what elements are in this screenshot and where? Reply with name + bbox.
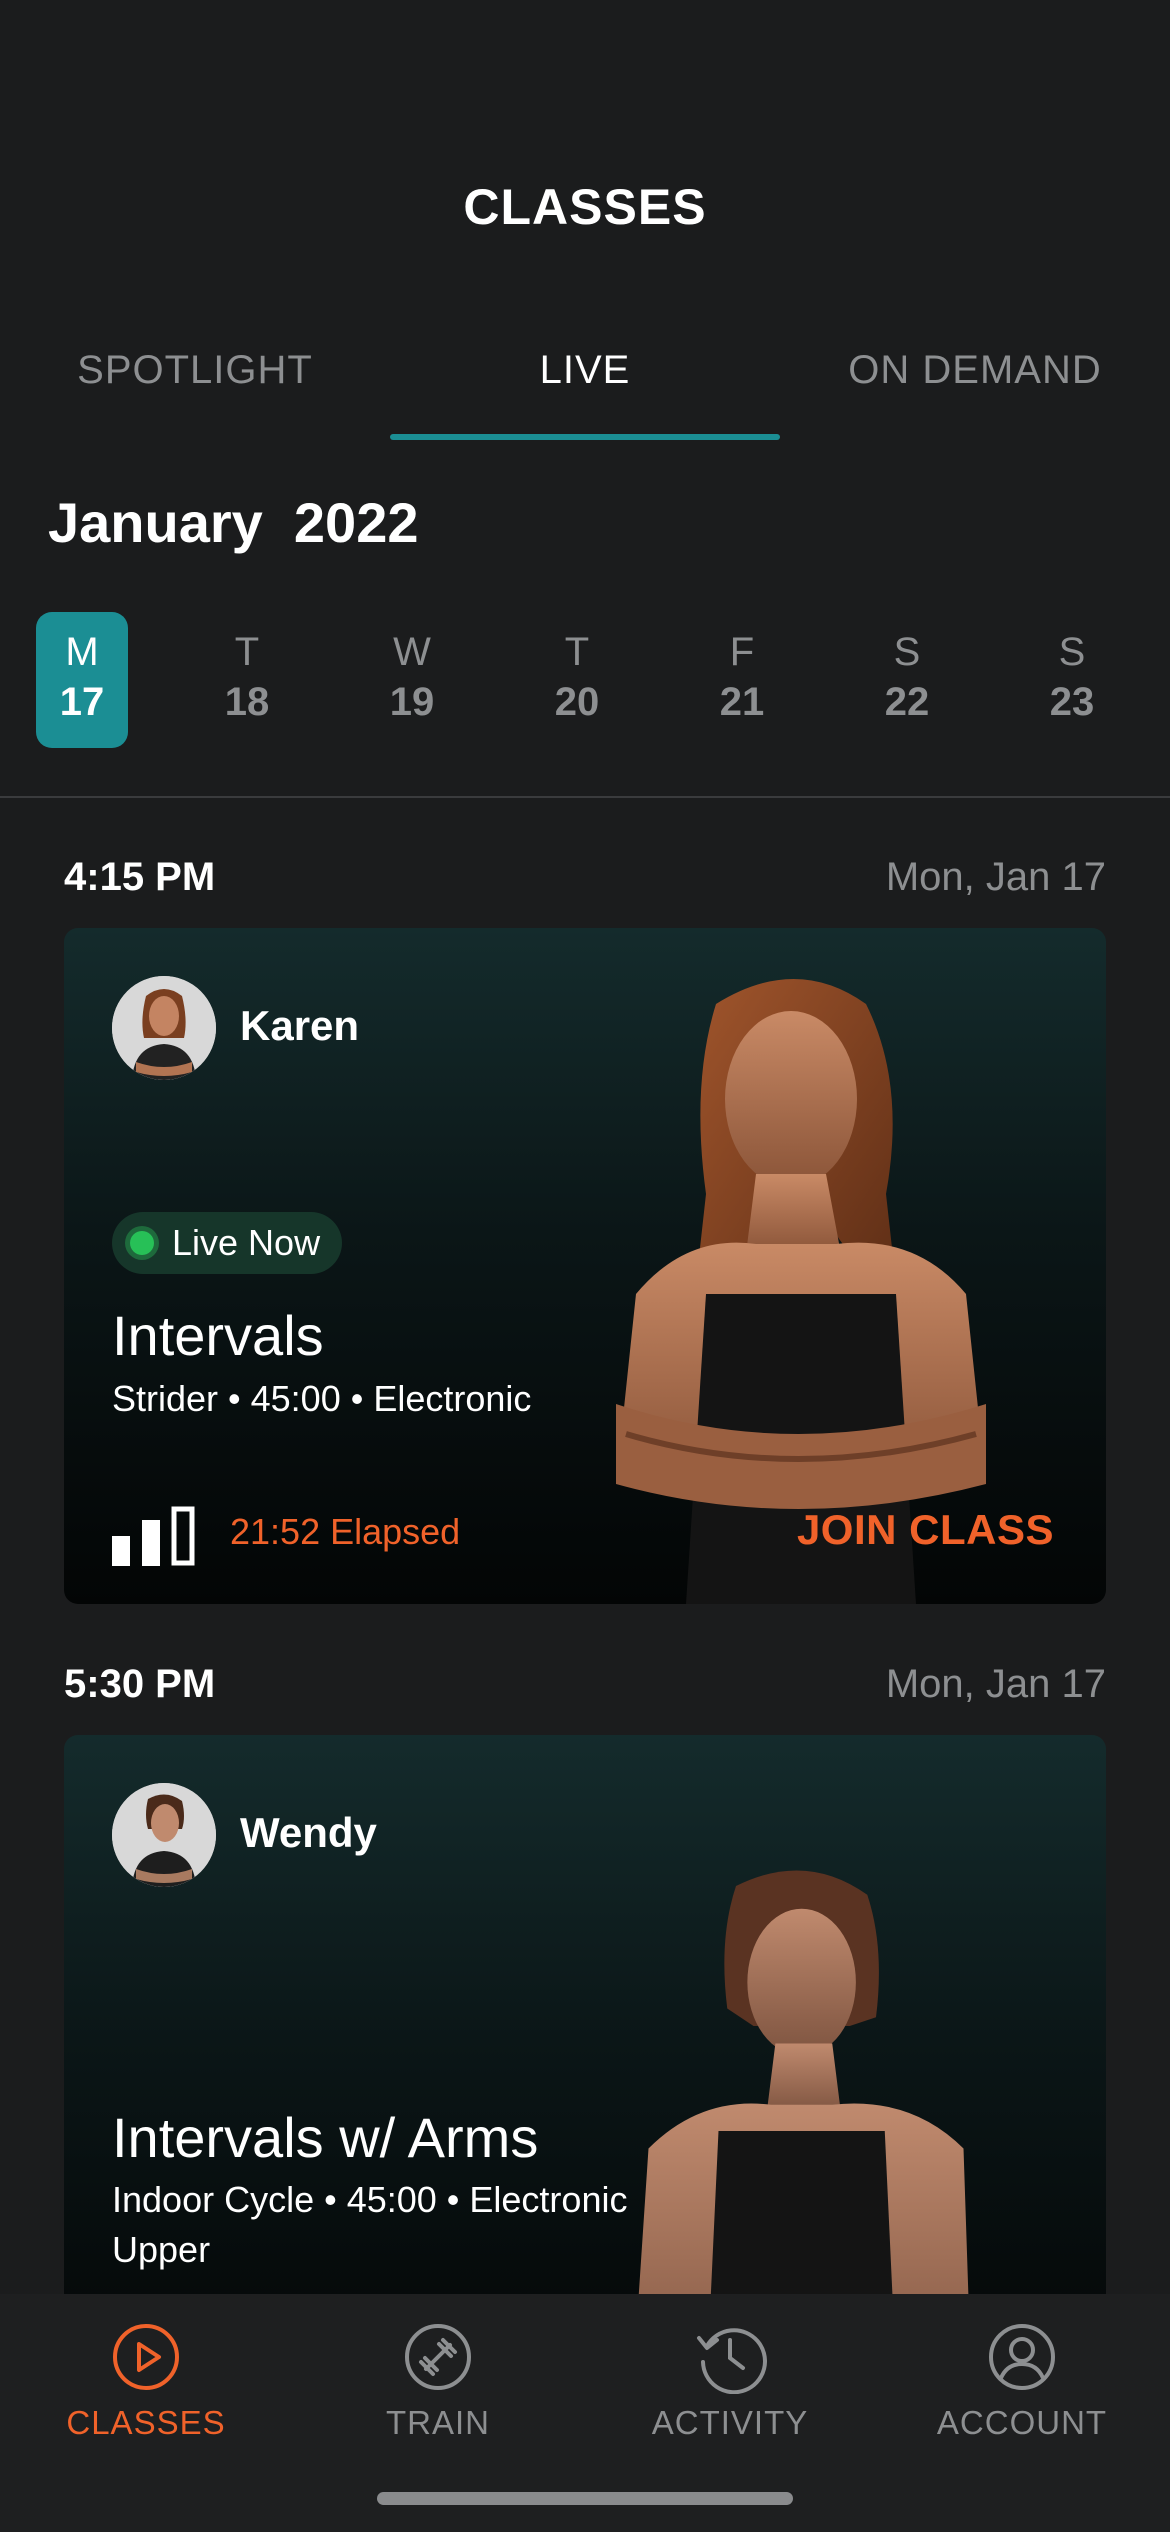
day-letter: W (393, 630, 431, 674)
day-tuesday-18[interactable]: T 18 (201, 612, 293, 748)
history-clock-icon (697, 2328, 767, 2394)
section-divider (0, 796, 1170, 798)
tab-on-demand[interactable]: ON DEMAND (780, 330, 1170, 440)
class-name: Intervals w/ Arms (112, 2106, 539, 2169)
day-number: 22 (884, 680, 930, 724)
day-letter: M (65, 630, 99, 674)
day-letter: T (564, 630, 590, 674)
play-circle-icon (113, 2324, 179, 2390)
day-letter: S (893, 630, 921, 674)
user-circle-icon (989, 2324, 1055, 2390)
class-time: 4:15 PM (64, 855, 216, 899)
month-label: January 2022 (48, 491, 419, 554)
class-date: Mon, Jan 17 (885, 1662, 1106, 1706)
day-number: 17 (59, 680, 105, 724)
nav-label: TRAIN (386, 2404, 490, 2441)
nav-label: ACCOUNT (936, 2404, 1108, 2441)
week-day-picker: M 17 T 18 W 19 T 20 F 21 S 22 S 23 (0, 612, 1170, 748)
day-number: 21 (719, 680, 765, 724)
tab-spotlight[interactable]: SPOTLIGHT (0, 330, 390, 440)
nav-account[interactable]: ACCOUNT (876, 2320, 1168, 2442)
dumbbell-icon (405, 2324, 471, 2390)
day-sunday-23[interactable]: S 23 (1026, 612, 1118, 748)
day-wednesday-19[interactable]: W 19 (366, 612, 458, 748)
day-letter: F (729, 630, 755, 674)
class-date: Mon, Jan 17 (885, 855, 1106, 899)
page-title: CLASSES (463, 179, 707, 235)
live-badge-label: Live Now (172, 1222, 321, 1263)
join-class-button[interactable]: JOIN CLASS (797, 1506, 1054, 1554)
class-meta: Strider • 45:00 • Electronic (112, 1378, 532, 1419)
live-dot-icon (130, 1231, 154, 1255)
day-number: 18 (224, 680, 270, 724)
day-thursday-20[interactable]: T 20 (531, 612, 623, 748)
nav-label: CLASSES (66, 2404, 226, 2441)
day-number: 23 (1049, 680, 1095, 724)
day-monday-17[interactable]: M 17 (36, 612, 128, 748)
elapsed-time: 21:52 Elapsed (230, 1511, 461, 1552)
classes-screen: CLASSES SPOTLIGHT LIVE ON DEMAND January… (0, 0, 1170, 2532)
nav-activity[interactable]: ACTIVITY (584, 2320, 876, 2442)
nav-train[interactable]: TRAIN (292, 2320, 584, 2442)
day-letter: T (234, 630, 260, 674)
instructor-name: Wendy (240, 1809, 377, 1856)
nav-classes[interactable]: CLASSES (0, 2320, 292, 2442)
day-number: 19 (389, 680, 435, 724)
class-meta: Indoor Cycle • 45:00 • Electronic Upper (112, 2179, 628, 2270)
active-tab-indicator (390, 434, 780, 440)
class-type-tabs: SPOTLIGHT LIVE ON DEMAND (0, 330, 1170, 440)
intensity-bars-icon (112, 1506, 195, 1566)
class-card[interactable]: Karen Live Now Intervals Strider • 45:00… (64, 928, 1106, 1604)
nav-label: ACTIVITY (651, 2404, 809, 2441)
instructor-avatar (112, 1783, 216, 1887)
instructor-name: Karen (240, 1002, 360, 1049)
tab-live[interactable]: LIVE (390, 330, 780, 440)
class-name: Intervals (112, 1304, 324, 1367)
home-indicator (377, 2492, 793, 2505)
day-friday-21[interactable]: F 21 (696, 612, 788, 748)
class-time: 5:30 PM (64, 1662, 216, 1706)
live-now-badge: Live Now (112, 1212, 343, 1274)
day-number: 20 (554, 680, 600, 724)
instructor-avatar (112, 976, 216, 1080)
day-letter: S (1058, 630, 1086, 674)
day-saturday-22[interactable]: S 22 (861, 612, 953, 748)
